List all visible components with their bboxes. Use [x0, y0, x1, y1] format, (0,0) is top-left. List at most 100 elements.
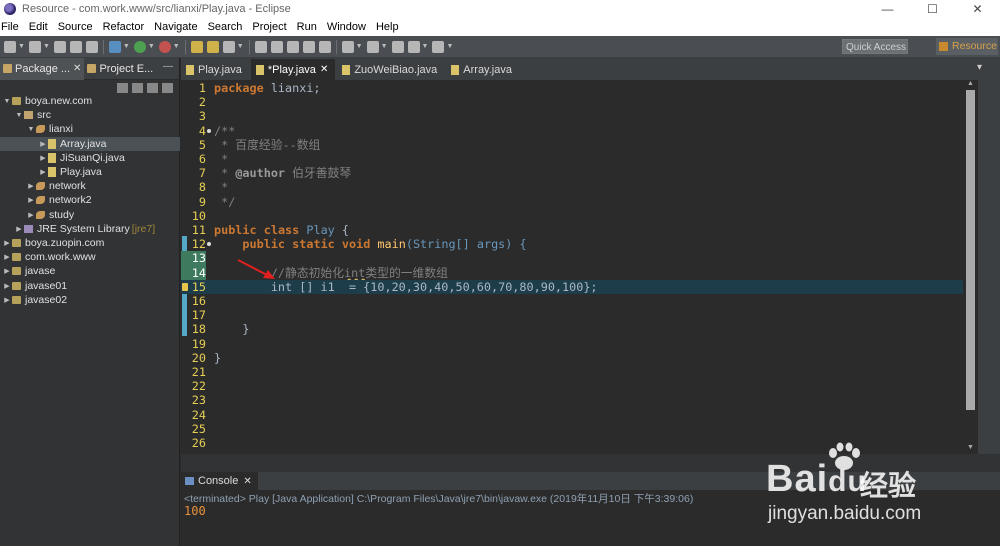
- chevron-down-icon[interactable]: ▼: [148, 43, 155, 50]
- external-tools-icon[interactable]: [158, 40, 171, 53]
- chevron-down-icon[interactable]: ▼: [446, 43, 453, 50]
- collapse-all-icon[interactable]: [117, 83, 128, 93]
- code-line[interactable]: 9 */: [181, 195, 963, 209]
- back-arrow-icon[interactable]: [407, 40, 420, 53]
- format-icon[interactable]: [318, 40, 331, 53]
- new-package-icon[interactable]: [190, 40, 203, 53]
- resource-perspective-button[interactable]: Resource: [936, 38, 998, 55]
- menu-refactor[interactable]: Refactor: [98, 21, 150, 33]
- code-line[interactable]: 22: [181, 379, 963, 393]
- collapsed-arrow-icon[interactable]: ▶: [14, 225, 24, 233]
- menu-window[interactable]: Window: [322, 21, 371, 33]
- print-icon[interactable]: [85, 40, 98, 53]
- save-icon[interactable]: [53, 40, 66, 53]
- code-line[interactable]: 3: [181, 109, 963, 123]
- debug-icon[interactable]: [108, 40, 121, 53]
- fold-toggle-icon[interactable]: [207, 242, 211, 247]
- tree-item[interactable]: ▶ com.work.www: [0, 250, 180, 264]
- code-line[interactable]: 23: [181, 393, 963, 407]
- code-line[interactable]: 5 * 百度经验--数组: [181, 138, 963, 152]
- tab-zuoweibiao-java[interactable]: ZuoWeiBiao.java: [337, 59, 444, 80]
- collapsed-arrow-icon[interactable]: ▶: [26, 196, 36, 204]
- menu-search[interactable]: Search: [203, 21, 248, 33]
- expanded-arrow-icon[interactable]: ▼: [14, 112, 24, 119]
- code-line[interactable]: 4 /**: [181, 124, 963, 138]
- show-whitespace-icon[interactable]: [302, 40, 315, 53]
- menu-navigate[interactable]: Navigate: [149, 21, 202, 33]
- focus-icon[interactable]: [147, 83, 158, 93]
- code-line[interactable]: 6 *: [181, 152, 963, 166]
- code-line[interactable]: 24: [181, 408, 963, 422]
- toggle-mark-icon[interactable]: [270, 40, 283, 53]
- open-perspective-icon[interactable]: [914, 39, 928, 54]
- menu-project[interactable]: Project: [247, 21, 291, 33]
- run-icon[interactable]: [133, 40, 146, 53]
- code-line[interactable]: 13: [181, 251, 963, 266]
- link-with-editor-icon[interactable]: [132, 83, 143, 93]
- close-icon[interactable]: ✕: [243, 476, 251, 487]
- chevron-down-icon[interactable]: ▼: [422, 43, 429, 50]
- quick-access-input[interactable]: Quick Access: [842, 39, 908, 54]
- chevron-down-icon[interactable]: ▼: [237, 43, 244, 50]
- toggle-block-icon[interactable]: [286, 40, 299, 53]
- close-window-button[interactable]: ✕: [955, 2, 1000, 16]
- collapsed-arrow-icon[interactable]: ▶: [2, 239, 12, 247]
- tree-item[interactable]: ▼ lianxi: [0, 122, 180, 136]
- code-line[interactable]: 1 package lianxi;: [181, 81, 963, 95]
- chevron-down-icon[interactable]: ▼: [173, 43, 180, 50]
- tab-play-java-modified[interactable]: *Play.java ✕: [250, 59, 336, 80]
- tree-item[interactable]: ▼ src: [0, 108, 180, 122]
- new-icon[interactable]: [4, 40, 16, 53]
- menu-edit[interactable]: Edit: [24, 21, 53, 33]
- code-line[interactable]: 25: [181, 422, 963, 436]
- tree-item[interactable]: ▶ javase02: [0, 293, 180, 307]
- chevron-down-icon[interactable]: ▼: [381, 43, 388, 50]
- minimize-panel-icon[interactable]: —: [163, 61, 173, 72]
- collapsed-arrow-icon[interactable]: ▶: [38, 140, 48, 148]
- tree-item[interactable]: ▶ network: [0, 179, 180, 193]
- tree-item[interactable]: ▶ javase01: [0, 278, 180, 292]
- view-menu-icon[interactable]: [162, 83, 173, 93]
- vertical-scrollbar[interactable]: ▲ ▼: [965, 80, 976, 454]
- tree-item[interactable]: ▶ Array.java: [0, 136, 180, 151]
- expanded-arrow-icon[interactable]: ▼: [2, 98, 12, 105]
- tab-package-explorer[interactable]: Package ... ✕: [0, 57, 85, 80]
- close-icon[interactable]: ✕: [73, 63, 81, 74]
- expanded-arrow-icon[interactable]: ▼: [26, 126, 36, 133]
- code-line[interactable]: 14 //静态初始化int类型的一维数组: [181, 265, 963, 280]
- collapsed-arrow-icon[interactable]: ▶: [2, 253, 12, 261]
- scrollbar-thumb[interactable]: [966, 90, 975, 410]
- collapsed-arrow-icon[interactable]: ▶: [2, 296, 12, 304]
- chevron-down-icon[interactable]: ▼: [356, 43, 363, 50]
- code-line[interactable]: 8 *: [181, 180, 963, 194]
- last-edit-icon[interactable]: [391, 40, 404, 53]
- tab-play-java[interactable]: Play.java: [181, 59, 249, 80]
- chevron-down-icon[interactable]: ▾: [977, 62, 982, 73]
- scroll-up-icon[interactable]: ▲: [965, 80, 976, 90]
- code-line[interactable]: 16: [181, 294, 963, 308]
- chevron-down-icon[interactable]: ▼: [123, 43, 130, 50]
- code-line[interactable]: 17: [181, 308, 963, 322]
- fold-toggle-icon[interactable]: [207, 128, 211, 133]
- open-type-icon[interactable]: [222, 40, 235, 53]
- tab-console[interactable]: Console ✕: [181, 472, 258, 490]
- code-line[interactable]: 7 * @author 伯牙善鼓琴: [181, 166, 963, 180]
- next-annotation-icon[interactable]: [341, 40, 354, 53]
- menu-run[interactable]: Run: [292, 21, 322, 33]
- maximize-button[interactable]: ☐: [910, 2, 955, 16]
- collapsed-arrow-icon[interactable]: ▶: [26, 211, 36, 219]
- prev-annotation-icon[interactable]: [366, 40, 379, 53]
- code-line[interactable]: 11 public class Play {: [181, 223, 963, 237]
- new-class-icon[interactable]: [206, 40, 219, 53]
- collapsed-arrow-icon[interactable]: ▶: [38, 154, 48, 162]
- code-line[interactable]: 20}: [181, 351, 963, 365]
- code-line[interactable]: 12 public static void main(String[] args…: [181, 237, 963, 251]
- tree-item[interactable]: ▶ Play.java: [0, 165, 180, 179]
- code-line[interactable]: 21: [181, 365, 963, 379]
- menu-help[interactable]: Help: [371, 21, 404, 33]
- tree-item[interactable]: ▶ JiSuanQi.java: [0, 151, 180, 165]
- collapsed-arrow-icon[interactable]: ▶: [26, 182, 36, 190]
- tree-item[interactable]: ▶ JRE System Library [jre7]: [0, 222, 180, 236]
- search-icon[interactable]: [254, 40, 267, 53]
- save-all-icon[interactable]: [69, 40, 82, 53]
